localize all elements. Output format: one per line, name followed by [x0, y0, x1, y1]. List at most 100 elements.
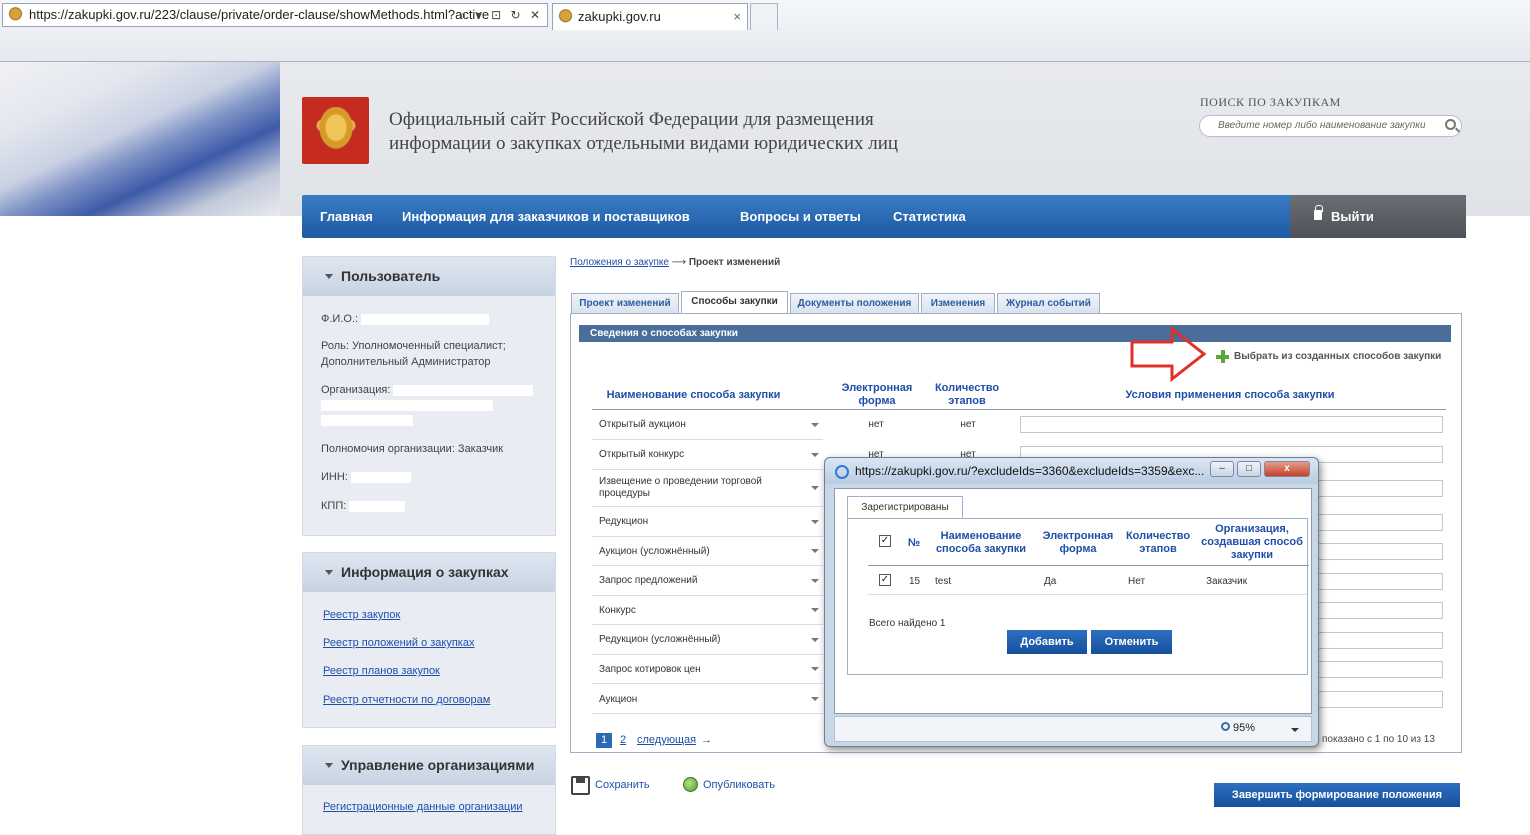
- breadcrumb: Положения о закупке ⟶ Проект изменений: [570, 257, 780, 268]
- popup-body: Зарегистрированы ✓ № Наименование способ…: [834, 488, 1312, 714]
- address-controls-icon[interactable]: ⌕ ▾ ⊡ ↻ ✕: [460, 4, 543, 26]
- nav-item-home[interactable]: Главная: [320, 195, 373, 238]
- role-line-2: Дополнительный Администратор: [321, 356, 491, 368]
- chevron-down-icon[interactable]: [811, 422, 819, 427]
- nav-item-info[interactable]: Информация для заказчиков и поставщиков: [402, 195, 690, 238]
- choose-existing-methods-link[interactable]: Выбрать из созданных способов закупки: [1216, 350, 1441, 363]
- org-management-panel: Управление организациями Регистрационные…: [302, 745, 556, 835]
- popup-header-divider: [868, 565, 1309, 566]
- table-row[interactable]: Открытый конкурс: [592, 440, 823, 470]
- table-row[interactable]: Аукцион: [592, 684, 823, 714]
- org-management-title[interactable]: Управление организациями: [303, 746, 555, 785]
- breadcrumb-link[interactable]: Положения о закупке: [570, 257, 669, 268]
- select-all-checkbox[interactable]: ✓: [879, 535, 891, 547]
- tab-regulation-documents[interactable]: Документы положения: [790, 293, 919, 314]
- table-row[interactable]: Запрос предложений: [592, 566, 823, 596]
- nav-item-faq[interactable]: Вопросы и ответы: [740, 195, 861, 238]
- method-name: Редукцион: [599, 516, 649, 527]
- popup-status-bar: 95%: [834, 716, 1312, 742]
- lock-icon: [1314, 205, 1323, 220]
- fio-value-redacted: [361, 313, 490, 325]
- method-name: Открытый аукцион: [599, 419, 686, 430]
- address-bar[interactable]: https://zakupki.gov.ru/223/clause/privat…: [2, 3, 548, 27]
- cancel-button[interactable]: Отменить: [1091, 630, 1172, 654]
- nav-item-stats[interactable]: Статистика: [893, 195, 966, 238]
- page-2-link[interactable]: 2: [620, 734, 626, 746]
- stages-value: нет: [960, 419, 976, 430]
- row-org: Заказчик: [1206, 576, 1248, 587]
- tab-change-draft[interactable]: Проект изменений: [571, 293, 679, 314]
- total-found: Всего найдено 1: [869, 618, 946, 629]
- procurement-info-title[interactable]: Информация о закупках: [303, 553, 555, 592]
- breadcrumb-current: Проект изменений: [688, 257, 781, 268]
- chevron-down-icon[interactable]: [811, 486, 819, 490]
- chevron-down-icon[interactable]: [811, 608, 819, 612]
- zoom-control[interactable]: 95%: [1221, 722, 1255, 734]
- method-name: Извещение о проведении торговой процедур…: [599, 476, 762, 499]
- browser-chrome: https://zakupki.gov.ru/223/clause/privat…: [0, 0, 1530, 62]
- address-url[interactable]: https://zakupki.gov.ru/223/clause/privat…: [29, 7, 489, 22]
- minimize-button[interactable]: ‒: [1210, 461, 1234, 477]
- tab-changes[interactable]: Изменения: [921, 293, 995, 314]
- site-title: Официальный сайт Российской Федерации дл…: [389, 108, 949, 156]
- popup-titlebar[interactable]: https://zakupki.gov.ru/?excludeIds=3360&…: [825, 458, 1318, 484]
- role-line-1: Роль: Уполномоченный специалист;: [321, 340, 506, 352]
- add-button[interactable]: Добавить: [1007, 630, 1087, 654]
- link-contract-reports-registry[interactable]: Реестр отчетности по договорам: [323, 694, 490, 706]
- plus-icon: [1216, 350, 1229, 363]
- link-procurement-registry[interactable]: Реестр закупок: [323, 609, 400, 621]
- search-placeholder: Введите номер либо наименование закупки: [1218, 120, 1426, 131]
- chevron-down-icon[interactable]: [811, 667, 819, 671]
- fio-label: Ф.И.О.:: [321, 313, 359, 325]
- eform-value: нет: [868, 419, 884, 430]
- link-plans-registry[interactable]: Реестр планов закупок: [323, 665, 440, 677]
- tab-event-log[interactable]: Журнал событий: [997, 293, 1100, 314]
- table-row[interactable]: Редукцион (усложнённый): [592, 625, 823, 655]
- org-value-redacted-3: [321, 415, 413, 426]
- maximize-button[interactable]: □: [1237, 461, 1261, 477]
- tab-close-icon[interactable]: ×: [733, 4, 741, 30]
- row-checkbox[interactable]: ✓: [879, 574, 891, 586]
- search-icon[interactable]: [1445, 119, 1456, 130]
- tab-registered[interactable]: Зарегистрированы: [847, 496, 963, 519]
- row-num: 15: [909, 576, 921, 587]
- fio-row: Ф.И.О.:: [321, 313, 490, 325]
- table-row[interactable]: Запрос котировок цен: [592, 655, 823, 684]
- chevron-down-icon[interactable]: [811, 549, 819, 553]
- method-name: Запрос котировок цен: [599, 664, 701, 675]
- table-row[interactable]: Аукцион (усложнённый): [592, 537, 823, 566]
- globe-icon: [683, 777, 698, 792]
- zoom-dropdown-icon[interactable]: [1291, 728, 1299, 732]
- kpp-row: КПП:: [321, 500, 406, 512]
- row-name: test: [935, 576, 952, 587]
- tab-procurement-methods[interactable]: Способы закупки: [681, 291, 788, 314]
- user-panel-title[interactable]: Пользователь: [303, 257, 555, 296]
- chevron-down-icon[interactable]: [811, 519, 819, 524]
- table-row[interactable]: Редукцион: [592, 507, 823, 537]
- coat-of-arms-logo[interactable]: [302, 97, 369, 164]
- next-arrow-icon[interactable]: →: [701, 734, 712, 746]
- chevron-down-icon[interactable]: [811, 637, 819, 642]
- new-tab-button[interactable]: [750, 3, 778, 30]
- table-row[interactable]: Конкурс: [592, 596, 823, 625]
- chevron-down-icon[interactable]: [811, 452, 819, 457]
- search-input[interactable]: Введите номер либо наименование закупки: [1199, 115, 1462, 137]
- link-regulations-registry[interactable]: Реестр положений о закупках: [323, 637, 474, 649]
- table-row[interactable]: Извещение о проведении торговой процедур…: [592, 470, 823, 507]
- chevron-down-icon[interactable]: [811, 578, 819, 583]
- logout-button[interactable]: Выйти: [1290, 195, 1466, 238]
- col-eform: Электронная форма: [841, 382, 913, 407]
- chevron-down-icon[interactable]: [811, 696, 819, 701]
- link-org-registration-data[interactable]: Регистрационные данные организации: [323, 801, 523, 813]
- table-row[interactable]: Открытый аукцион: [592, 410, 823, 440]
- site-favicon-icon: [8, 7, 23, 22]
- col-org: Организация, создавшая способ закупки: [1201, 523, 1303, 561]
- browser-tab[interactable]: zakupki.gov.ru ×: [552, 3, 748, 30]
- next-page-link[interactable]: следующая: [637, 734, 696, 746]
- page-current[interactable]: 1: [596, 733, 612, 748]
- close-button[interactable]: x: [1264, 461, 1310, 477]
- conditions-input[interactable]: [1020, 416, 1443, 433]
- red-arrow-icon: [1130, 326, 1207, 382]
- section-title: Сведения о способах закупки: [579, 325, 1451, 342]
- finish-regulation-button[interactable]: Завершить формирование положения: [1214, 783, 1460, 807]
